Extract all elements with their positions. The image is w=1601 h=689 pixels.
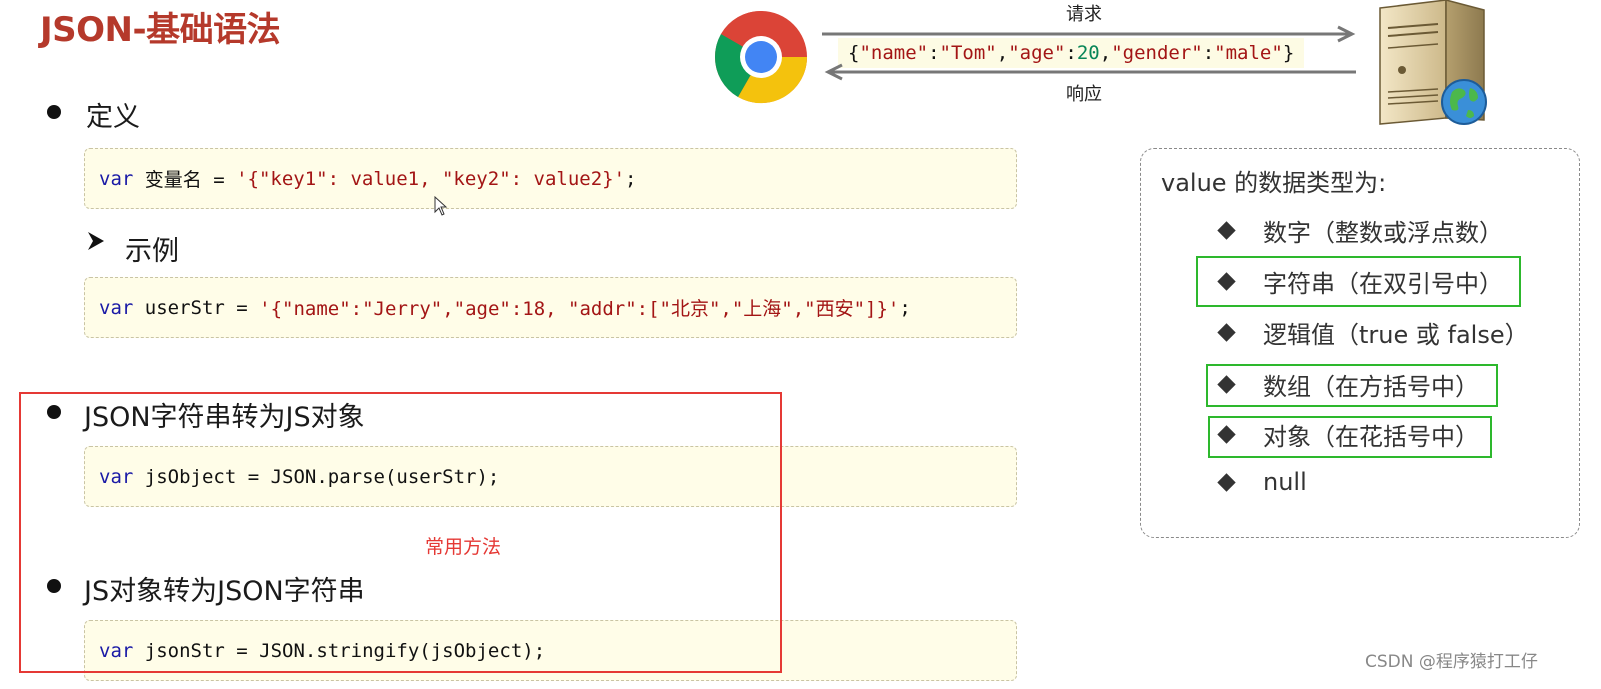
response-label: 响应 bbox=[1066, 84, 1102, 105]
value-type-number: 数字（整数或浮点数） bbox=[1216, 213, 1503, 248]
highlight-frame-object bbox=[1208, 416, 1492, 458]
request-label: 请求 bbox=[1066, 4, 1102, 25]
web-server-icon bbox=[1376, 0, 1494, 130]
watermark: CSDN @程序猿打工仔 bbox=[1365, 652, 1538, 672]
bullet-definition bbox=[47, 105, 61, 119]
value-type-null: null bbox=[1216, 468, 1307, 496]
highlight-frame-array bbox=[1206, 364, 1498, 407]
arrowhead-bullet-icon bbox=[86, 230, 106, 258]
heading-definition: 定义 bbox=[86, 102, 140, 133]
heading-example: 示例 bbox=[125, 236, 179, 267]
diamond-bullet-icon bbox=[1217, 472, 1236, 492]
slide-title: JSON-基础语法 bbox=[40, 10, 281, 50]
value-type-boolean: 逻辑值（true 或 false） bbox=[1216, 315, 1529, 350]
highlight-frame-red bbox=[19, 392, 782, 673]
chrome-browser-icon bbox=[713, 9, 809, 105]
mouse-cursor-icon bbox=[434, 195, 448, 220]
highlight-frame-string bbox=[1196, 256, 1521, 307]
code-example: var userStr = '{"name":"Jerry","age":18,… bbox=[84, 277, 1017, 338]
code-definition: var 变量名 = '{"key1": value1, "key2": valu… bbox=[84, 148, 1017, 209]
diamond-bullet-icon bbox=[1217, 221, 1236, 240]
diamond-bullet-icon bbox=[1217, 323, 1236, 342]
value-types-title: value 的数据类型为: bbox=[1161, 169, 1387, 197]
